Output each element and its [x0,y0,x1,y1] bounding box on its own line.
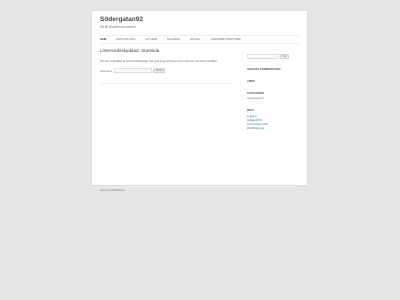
nav-item-samarbetspartner[interactable]: Samarbetspartner [211,38,241,41]
nav-item-hotell[interactable]: Hotell [190,38,201,41]
site-description: Ett till WordPress-nätverk [100,25,136,29]
password-submit-button[interactable]: Skicka [153,68,166,74]
page-container: Södergatan92 Ett till WordPress-nätverk … [92,11,307,192]
nav-item-hit-hem[interactable]: Hit hem [146,38,157,41]
widget-title-recent-comments: Senaste kommentarer [247,68,281,71]
nav-item-festivalinfo[interactable]: Festivalinfo [116,38,136,41]
entry-title: Lösenordsskyddad: Startsida [100,48,160,53]
password-form: Lösenord: Skicka [100,68,230,74]
entry-text: Det här innehållet är lösenordsskyddat. … [100,59,218,63]
widget-text-no-categories: Inga kategorier [247,97,264,100]
main-content: Lösenordsskyddad: Startsida Det här inne… [100,48,230,85]
password-input[interactable] [114,68,153,74]
meta-links: Logga in Inläggs-RSS Kommentars-RSS Word… [247,115,292,131]
search-form: Sök [247,54,292,59]
meta-link-wordpress-org[interactable]: WordPress.org [247,127,292,131]
widget-title-archive: Arkiv [247,80,256,83]
password-label: Lösenord: [100,68,113,73]
nav-item-hem[interactable]: Hem [100,38,106,41]
site-title[interactable]: Södergatan92 [100,16,143,23]
sidebar: Sök Senaste kommentarer Arkiv Kategorier… [247,54,292,131]
search-input[interactable] [247,54,279,59]
widget-title-meta: Meta [247,109,255,112]
content-divider [100,83,230,85]
footer-credit-link[interactable]: Drivs med WordPress [100,189,125,192]
site-footer: Drivs med WordPress [100,186,299,195]
nav-item-dalarna[interactable]: Dalarna [167,38,180,41]
search-button[interactable]: Sök [280,54,289,59]
main-navigation: Hem Festivalinfo Hit hem Dalarna Hotell … [100,35,299,44]
widget-title-categories: Kategorier [247,92,265,95]
